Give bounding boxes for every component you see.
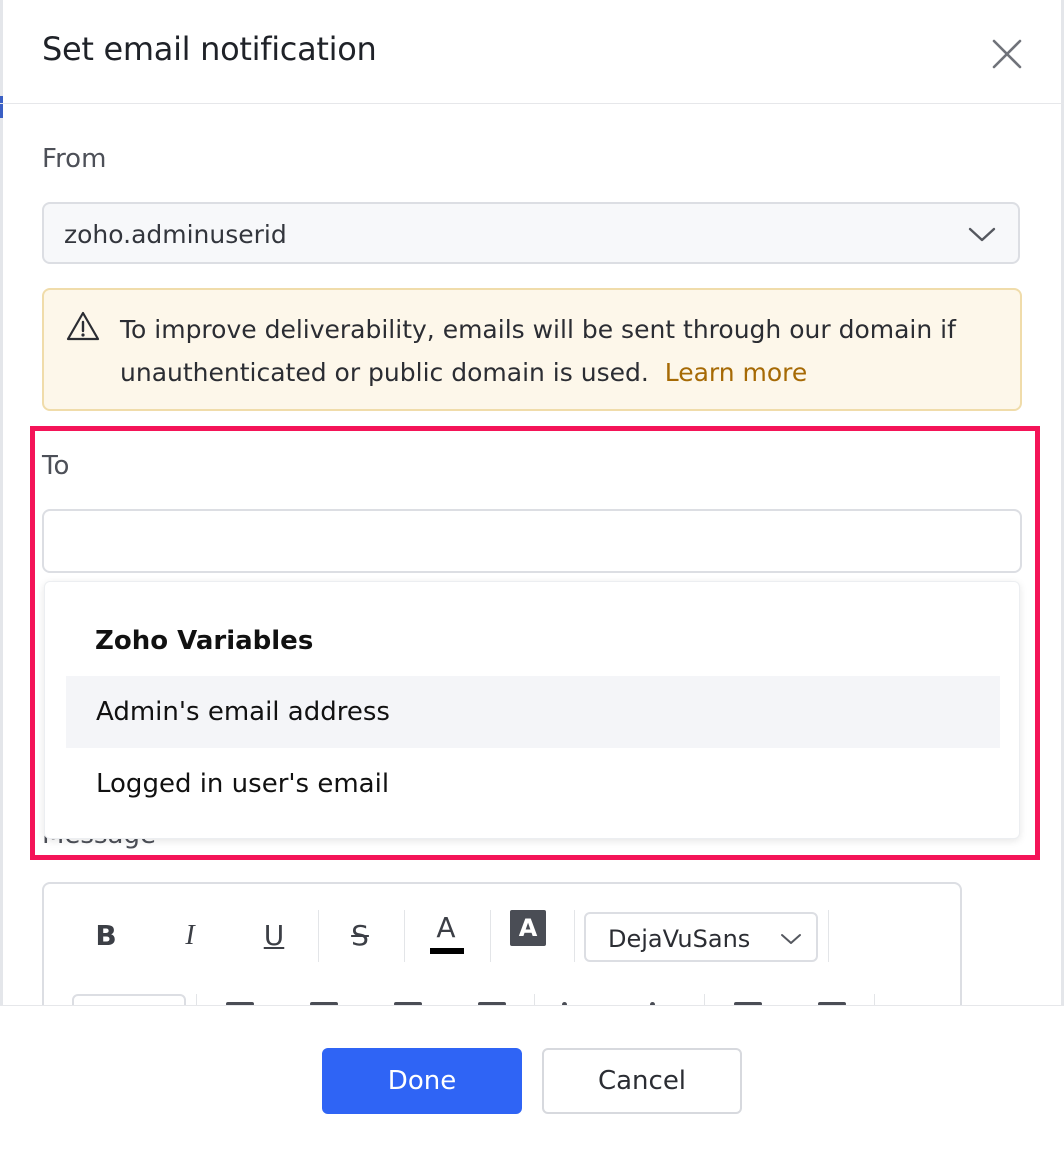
toolbar-divider	[828, 910, 829, 962]
underline-button[interactable]: U	[252, 914, 296, 958]
strikethrough-button[interactable]: S	[338, 914, 382, 958]
chevron-down-icon	[781, 934, 801, 944]
warning-message: To improve deliverability, emails will b…	[120, 308, 1000, 394]
chevron-down-icon	[968, 227, 996, 242]
dialog-footer: Done Cancel	[0, 1005, 1064, 1155]
warning-text: To improve deliverability, emails will b…	[120, 315, 956, 387]
italic-button[interactable]: I	[168, 914, 212, 958]
font-family-select[interactable]: DejaVuSans	[584, 912, 818, 962]
toolbar-divider	[574, 910, 575, 962]
dialog-title: Set email notification	[42, 30, 377, 68]
learn-more-link[interactable]: Learn more	[665, 358, 808, 387]
done-button[interactable]: Done	[322, 1048, 522, 1114]
background-color-button[interactable]: A	[510, 910, 546, 946]
close-icon[interactable]	[989, 36, 1025, 72]
cancel-button[interactable]: Cancel	[542, 1048, 742, 1114]
toolbar-divider	[404, 910, 405, 962]
warning-banner: To improve deliverability, emails will b…	[42, 288, 1022, 411]
from-select[interactable]: zoho.adminuserid	[42, 202, 1020, 264]
font-family-value: DejaVuSans	[608, 925, 751, 953]
warning-icon	[66, 311, 100, 341]
from-select-value: zoho.adminuserid	[64, 220, 287, 249]
dialog-header: Set email notification	[0, 0, 1064, 104]
text-color-icon: A	[436, 911, 456, 944]
toolbar-divider	[318, 910, 319, 962]
left-edge	[0, 0, 3, 1154]
text-color-swatch	[430, 948, 464, 954]
text-color-button[interactable]: A	[424, 908, 468, 954]
highlight-box	[30, 426, 1040, 860]
from-label: From	[42, 144, 107, 174]
toolbar-divider	[490, 910, 491, 962]
bold-button[interactable]: B	[84, 914, 128, 958]
